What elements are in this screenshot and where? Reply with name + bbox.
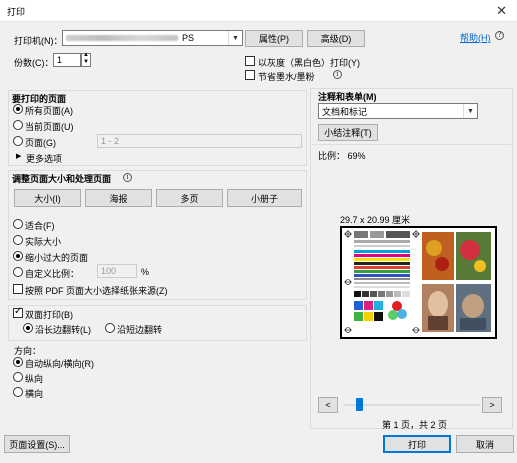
duplex-checkbox[interactable] xyxy=(13,306,23,318)
short-edge-label: 沿短边翻转 xyxy=(117,325,163,335)
orientation-heading: 方向： xyxy=(14,346,42,356)
save-ink-checkbox[interactable] xyxy=(245,70,255,80)
custom-scale-label: 自定义比例： xyxy=(25,269,80,279)
info-icon[interactable]: i xyxy=(333,70,342,79)
portrait-label: 纵向 xyxy=(25,374,44,384)
shrink-oversized-radio[interactable] xyxy=(13,251,23,261)
info-icon[interactable]: i xyxy=(123,173,132,182)
current-page-radio[interactable] xyxy=(13,120,23,130)
help-icon[interactable]: ? xyxy=(495,31,504,40)
paper-source-checkbox[interactable] xyxy=(13,284,23,294)
custom-scale-input[interactable]: 100 xyxy=(97,264,137,278)
auto-orientation-radio[interactable] xyxy=(13,357,23,367)
properties-button[interactable]: 属性(P) xyxy=(245,30,303,47)
long-edge-radio[interactable] xyxy=(23,323,33,333)
grayscale-checkbox[interactable] xyxy=(245,56,255,66)
stepper-down-icon[interactable]: ▼ xyxy=(83,59,89,65)
fit-radio[interactable] xyxy=(13,219,23,229)
more-options-link[interactable]: 更多选项 xyxy=(26,152,62,165)
help-link[interactable]: 帮助(H) xyxy=(460,31,491,44)
expand-arrow-icon[interactable]: ▶ xyxy=(16,152,21,160)
duplex-label: 双面打印(B) xyxy=(25,310,73,320)
print-button[interactable]: 打印 xyxy=(383,435,451,453)
printer-label: 打印机(N)： xyxy=(14,36,63,46)
preview-separator xyxy=(312,144,511,145)
next-page-button[interactable]: > xyxy=(482,397,502,413)
custom-scale-radio[interactable] xyxy=(13,267,23,277)
percent-label: % xyxy=(141,267,150,277)
tab-poster[interactable]: 海报 xyxy=(85,189,152,207)
save-ink-label: 节省墨水/墨粉 xyxy=(258,72,315,82)
close-icon[interactable]: ✕ xyxy=(496,3,507,19)
tab-size[interactable]: 大小(I) xyxy=(14,189,81,207)
sizing-heading: 调整页面大小和处理页面 xyxy=(12,174,112,184)
landscape-radio[interactable] xyxy=(13,387,23,397)
printer-select[interactable]: PS ▼ xyxy=(62,30,243,46)
paper-source-label: 按照 PDF 页面大小选择纸张来源(Z) xyxy=(25,286,168,296)
preview-scale: 比例： 69% xyxy=(318,151,366,161)
cancel-button[interactable]: 取消 xyxy=(456,435,514,453)
all-pages-radio[interactable] xyxy=(13,104,23,114)
tab-multiple[interactable]: 多页 xyxy=(156,189,223,207)
page-preview-graphic xyxy=(344,230,491,333)
copies-label: 份数(C)： xyxy=(14,58,54,68)
prev-page-button[interactable]: < xyxy=(318,397,338,413)
grayscale-label: 以灰度（黑白色）打印(Y) xyxy=(258,58,360,68)
advanced-button[interactable]: 高级(D) xyxy=(307,30,365,47)
actual-size-radio[interactable] xyxy=(13,235,23,245)
long-edge-label: 沿长边翻转(L) xyxy=(35,325,91,335)
current-page-label: 当前页面(U) xyxy=(25,122,74,132)
pages-radio[interactable] xyxy=(13,136,23,146)
pages-label: 页面(G) xyxy=(25,138,56,148)
page-preview xyxy=(340,226,497,339)
printer-name-redacted xyxy=(66,35,178,41)
page-indicator: 第 1 页，共 2 页 xyxy=(382,420,448,430)
tab-booklet[interactable]: 小册子 xyxy=(227,189,302,207)
auto-orientation-label: 自动纵向/横向(R) xyxy=(25,359,94,369)
page-slider-thumb[interactable] xyxy=(356,398,363,411)
landscape-label: 横向 xyxy=(25,389,44,399)
printer-name-suffix: PS xyxy=(182,33,195,43)
copies-stepper[interactable]: ▲ ▼ xyxy=(81,52,91,67)
stepper-up-icon[interactable]: ▲ xyxy=(83,52,89,58)
chevron-down-icon: ▼ xyxy=(228,31,242,45)
paper-size-label: 29.7 x 20.99 厘米 xyxy=(340,215,411,225)
shrink-oversized-label: 缩小过大的页面 xyxy=(25,253,89,263)
fit-label: 适合(F) xyxy=(25,221,55,231)
all-pages-label: 所有页面(A) xyxy=(25,106,73,116)
title-bar xyxy=(0,0,517,22)
window-title: 打印 xyxy=(7,7,26,17)
portrait-radio[interactable] xyxy=(13,372,23,382)
copies-input[interactable]: 1 xyxy=(53,53,81,67)
page-setup-button[interactable]: 页面设置(S)... xyxy=(4,435,70,453)
actual-size-label: 实际大小 xyxy=(25,237,62,247)
pages-range-input[interactable]: 1 - 2 xyxy=(97,134,302,148)
page-slider-track[interactable] xyxy=(343,404,480,406)
short-edge-radio[interactable] xyxy=(105,323,115,333)
